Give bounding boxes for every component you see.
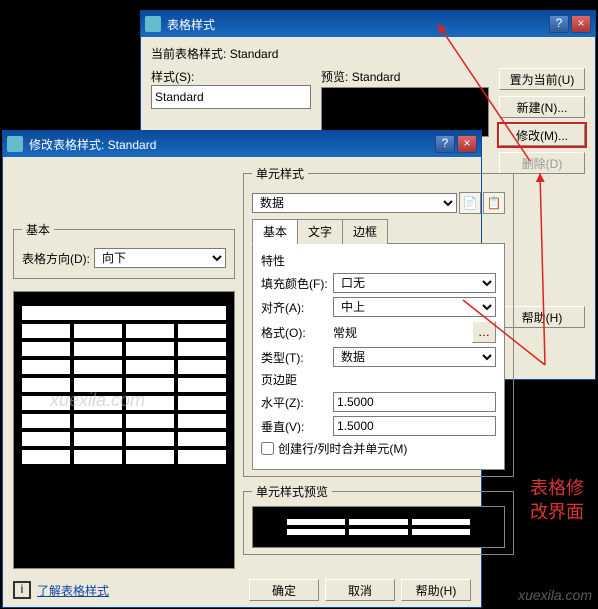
tab-border[interactable]: 边框 <box>342 219 388 244</box>
preview-label: 预览: <box>321 70 348 84</box>
ok-button[interactable]: 确定 <box>249 579 319 601</box>
new-button[interactable]: 新建(N)... <box>499 96 585 118</box>
watermark: xuexila.com <box>518 587 592 603</box>
align-label: 对齐(A): <box>261 299 333 316</box>
align-select[interactable]: 中上 <box>333 297 496 317</box>
fill-color-select[interactable]: 口无 <box>333 273 496 293</box>
back-titlebar: 表格样式 ? × <box>141 11 595 37</box>
cancel-button[interactable]: 取消 <box>325 579 395 601</box>
cell-preview-group: 单元样式预览 <box>243 483 514 555</box>
style-label: 样式(S): <box>151 68 311 85</box>
back-title: 表格样式 <box>167 16 547 33</box>
horiz-input[interactable] <box>333 392 496 412</box>
learn-link[interactable]: 了解表格样式 <box>37 582 109 599</box>
vert-label: 垂直(V): <box>261 418 333 435</box>
front-title: 修改表格样式: Standard <box>29 136 433 153</box>
front-titlebar: 修改表格样式: Standard ? × <box>3 131 481 157</box>
front-dialog: 修改表格样式: Standard ? × 基本 表格方向(D): 向下 <box>2 130 482 608</box>
basic-group: 基本 表格方向(D): 向下 <box>13 221 235 279</box>
tab-panel: 特性 填充颜色(F): 口无 对齐(A): 中上 格式(O): 常规 … <box>252 244 505 470</box>
app-icon <box>7 136 23 152</box>
type-label: 类型(T): <box>261 349 333 366</box>
margin-label: 页边距 <box>261 371 496 388</box>
new-cell-style-icon[interactable]: 📄 <box>459 192 481 214</box>
merge-checkbox[interactable] <box>261 442 274 455</box>
preview-value: Standard <box>352 70 401 84</box>
fill-color-label: 填充颜色(F): <box>261 275 333 292</box>
help-button-icon[interactable]: ? <box>549 15 569 33</box>
merge-label: 创建行/列时合并单元(M) <box>278 440 407 457</box>
format-label: 格式(O): <box>261 324 333 341</box>
cell-preview-legend: 单元样式预览 <box>252 483 332 500</box>
cell-style-select[interactable]: 数据 <box>252 193 457 213</box>
basic-legend: 基本 <box>22 221 54 238</box>
properties-label: 特性 <box>261 252 496 269</box>
set-current-button[interactable]: 置为当前(U) <box>499 68 585 90</box>
table-preview <box>13 291 235 569</box>
close-icon[interactable]: × <box>457 135 477 153</box>
current-style-label: 当前表格样式: <box>151 47 226 61</box>
format-value: 常规 <box>333 324 472 341</box>
tabs: 基本 文字 边框 <box>252 218 505 244</box>
vert-input[interactable] <box>333 416 496 436</box>
close-icon[interactable]: × <box>571 15 591 33</box>
tab-text[interactable]: 文字 <box>297 219 343 244</box>
horiz-label: 水平(Z): <box>261 394 333 411</box>
format-more-button[interactable]: … <box>472 321 496 343</box>
front-help-button[interactable]: 帮助(H) <box>401 579 471 601</box>
table-direction-select[interactable]: 向下 <box>94 248 226 268</box>
type-select[interactable]: 数据 <box>333 347 496 367</box>
cell-preview-area <box>252 506 505 548</box>
tab-basic[interactable]: 基本 <box>252 219 298 244</box>
info-icon[interactable]: i <box>13 581 31 599</box>
table-direction-label: 表格方向(D): <box>22 250 94 267</box>
cell-style-legend: 单元样式 <box>252 165 308 182</box>
annotation-text: 表格修 改界面 <box>530 476 584 524</box>
modify-button[interactable]: 修改(M)... <box>499 124 585 146</box>
current-style-value: Standard <box>230 47 279 61</box>
app-icon <box>145 16 161 32</box>
help-button-icon[interactable]: ? <box>435 135 455 153</box>
cell-style-group: 单元样式 数据 📄 📋 基本 文字 边框 特性 填充颜色(F): 口无 <box>243 165 514 477</box>
watermark: xuexila.com <box>50 390 145 411</box>
style-listbox[interactable] <box>151 85 311 109</box>
manage-cell-style-icon[interactable]: 📋 <box>483 192 505 214</box>
